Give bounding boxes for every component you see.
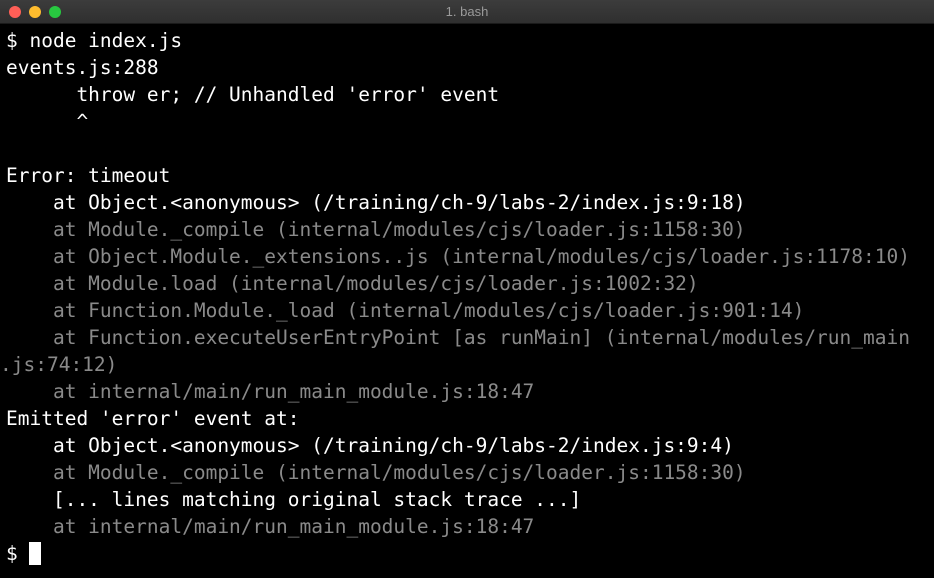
prompt-line[interactable]: $	[6, 540, 932, 567]
terminal-line: at Function.Module._load (internal/modul…	[6, 299, 805, 322]
terminal-line: throw er; // Unhandled 'error' event	[6, 83, 500, 106]
terminal-line: Error: timeout	[6, 164, 171, 187]
terminal-window: 1. bash $ node index.js events.js:288 th…	[0, 0, 934, 578]
terminal-line: at Module._compile (internal/modules/cjs…	[6, 461, 746, 484]
terminal-line: [... lines matching original stack trace…	[6, 488, 582, 511]
terminal-line: at Module.load (internal/modules/cjs/loa…	[6, 272, 699, 295]
terminal-line: at Function.executeUserEntryPoint [as ru…	[6, 326, 910, 349]
terminal-line: events.js:288	[6, 56, 159, 79]
terminal-line: at Object.<anonymous> (/training/ch-9/la…	[6, 191, 746, 214]
shell-prompt: $	[6, 542, 30, 565]
window-title: 1. bash	[445, 4, 489, 19]
terminal-line: at Object.<anonymous> (/training/ch-9/la…	[6, 434, 734, 457]
terminal-line: at internal/main/run_main_module.js:18:4…	[6, 515, 535, 538]
title-bar: 1. bash	[0, 0, 934, 24]
terminal-line: at internal/main/run_main_module.js:18:4…	[6, 380, 535, 403]
terminal-line: $ node index.js	[6, 29, 183, 52]
terminal-output[interactable]: $ node index.js events.js:288 throw er; …	[0, 27, 932, 567]
terminal-line: at Module._compile (internal/modules/cjs…	[6, 218, 746, 241]
terminal-line: Emitted 'error' event at:	[6, 407, 300, 430]
text-cursor	[29, 542, 42, 565]
terminal-line: at Object.Module._extensions..js (intern…	[6, 245, 910, 268]
terminal-line: .js:74:12)	[0, 353, 118, 376]
terminal-line: ^	[6, 110, 89, 133]
